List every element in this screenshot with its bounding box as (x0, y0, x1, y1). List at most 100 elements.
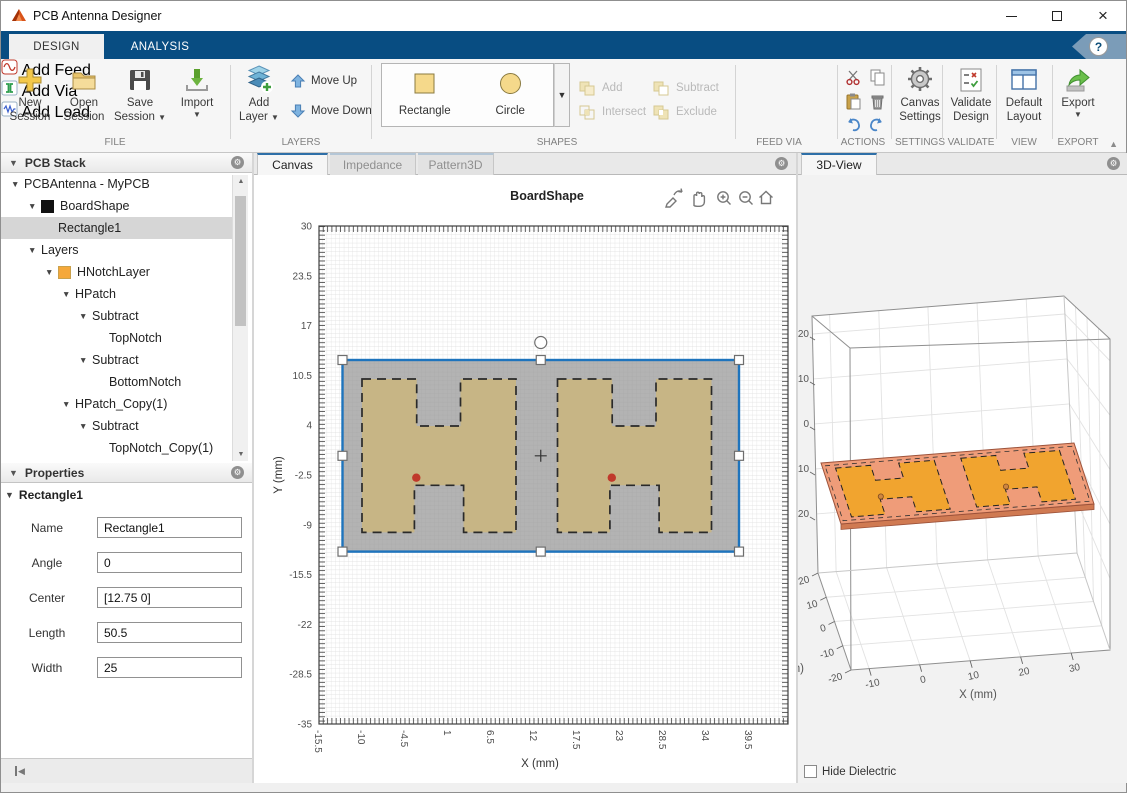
collapse-triangle-icon[interactable]: ▼ (5, 490, 14, 500)
save-session-button[interactable]: Save Session ▼ (112, 62, 168, 136)
scroll-down-icon[interactable]: ▼ (233, 448, 249, 461)
property-label: Length (17, 626, 77, 640)
tree-expand-caret-icon[interactable]: ▼ (62, 399, 75, 409)
export-button[interactable]: Export ▼ (1054, 62, 1102, 136)
tree-expand-caret-icon[interactable]: ▼ (79, 355, 92, 365)
boardshape-canvas[interactable]: BoardShape (254, 153, 796, 783)
panel-options-gear-icon[interactable]: ⚙ (231, 466, 244, 479)
shapes-gallery-dropdown[interactable]: ▼ (554, 63, 570, 127)
tree-item-label: HNotchLayer (77, 265, 150, 279)
tree-item-subtract[interactable]: ▼Subtract (1, 305, 232, 327)
panel-options-gear-icon[interactable]: ⚙ (775, 157, 788, 170)
x-tick-label: 0 (919, 674, 927, 686)
open-session-button[interactable]: Open Session (58, 62, 110, 136)
feed-via-section-label: FEED VIA (734, 137, 824, 150)
tree-item-subtract[interactable]: ▼Subtract (1, 349, 232, 371)
tree-expand-caret-icon[interactable]: ▼ (79, 311, 92, 321)
subtract-boolean-button[interactable]: Subtract (653, 81, 719, 96)
help-button[interactable]: ? (1089, 37, 1108, 56)
paste-button[interactable] (843, 91, 863, 111)
scissors-icon (845, 69, 862, 86)
scrollbar-thumb[interactable] (235, 196, 246, 326)
zoom-in-icon[interactable] (718, 192, 731, 205)
tree-item-topnotch-copy-1-[interactable]: TopNotch_Copy(1) (1, 437, 232, 459)
tree-expand-caret-icon[interactable]: ▼ (28, 201, 41, 211)
intersect-boolean-button[interactable]: Intersect (579, 105, 646, 120)
tab-design[interactable]: DESIGN (9, 34, 104, 59)
x-tick-label: 39.5 (742, 730, 753, 750)
feed-point-right[interactable] (608, 474, 616, 482)
undo-button[interactable] (843, 115, 863, 135)
tab-analysis[interactable]: ANALYSIS (104, 34, 216, 59)
zoom-out-icon[interactable] (740, 192, 753, 205)
tree-expand-caret-icon[interactable]: ▼ (62, 289, 75, 299)
tree-item-bottomnotch[interactable]: BottomNotch (1, 371, 232, 393)
add-boolean-button[interactable]: Add (579, 81, 622, 96)
exclude-boolean-button[interactable]: Exclude (653, 105, 717, 120)
tree-scrollbar[interactable]: ▲ ▼ (232, 175, 248, 461)
save-floppy-icon (112, 62, 168, 96)
tree-expand-caret-icon[interactable]: ▼ (79, 421, 92, 431)
tree-item-subtract[interactable]: ▼Subtract (1, 415, 232, 437)
copy-button[interactable] (867, 67, 887, 87)
redo-button[interactable] (867, 115, 887, 135)
close-button[interactable]: × (1080, 1, 1126, 31)
collapse-ribbon-button[interactable]: ▲ (1109, 139, 1118, 149)
import-button[interactable]: Import ▼ (171, 62, 223, 136)
circle-shape-button[interactable]: Circle (468, 64, 554, 126)
scroll-up-icon[interactable]: ▲ (233, 175, 249, 188)
hide-dielectric-checkbox[interactable] (804, 765, 817, 778)
collapse-triangle-icon[interactable]: ▼ (9, 158, 18, 168)
validate-design-button[interactable]: Validate Design (945, 62, 997, 136)
home-icon[interactable] (760, 192, 773, 204)
cut-button[interactable] (843, 67, 863, 87)
name-input[interactable] (97, 517, 242, 538)
undo-icon (844, 117, 862, 133)
x-tick-labels: -15.5-10-4.516.51217.52328.53439.5 (312, 730, 753, 753)
new-session-button[interactable]: New Session (5, 62, 55, 136)
pan-hand-icon[interactable] (694, 192, 704, 206)
x-tick-label: -4.5 (398, 730, 409, 748)
move-down-button[interactable]: Move Down (290, 103, 372, 119)
delete-button[interactable] (867, 91, 887, 111)
dropdown-caret-icon: ▼ (271, 113, 279, 122)
canvas-axes-toolbar[interactable] (666, 189, 773, 207)
length-input[interactable] (97, 622, 242, 643)
tree-expand-caret-icon[interactable]: ▼ (11, 179, 24, 189)
minimize-button[interactable] (988, 1, 1034, 31)
export-graphic-icon[interactable] (666, 189, 682, 207)
add-layer-button[interactable]: Add Layer ▼ (235, 62, 283, 136)
tab-3d-view[interactable]: 3D-View (801, 153, 877, 175)
tab-canvas[interactable]: Canvas (257, 153, 328, 175)
angle-input[interactable] (97, 552, 242, 573)
panel-options-gear-icon[interactable]: ⚙ (1107, 157, 1120, 170)
canvas-settings-button[interactable]: Canvas Settings (894, 62, 946, 136)
feed-point-left[interactable] (412, 474, 420, 482)
tree-item-pcbantenna-mypcb[interactable]: ▼PCBAntenna - MyPCB (1, 173, 232, 195)
tree-expand-caret-icon[interactable]: ▼ (28, 245, 41, 255)
panel-collapse-bar[interactable]: ◀ (1, 758, 252, 783)
tab-impedance[interactable]: Impedance (330, 153, 416, 175)
center-input[interactable] (97, 587, 242, 608)
rectangle-shape-button[interactable]: Rectangle (382, 64, 468, 126)
tree-item-boardshape[interactable]: ▼BoardShape (1, 195, 232, 217)
tree-item-hnotchlayer[interactable]: ▼ HNotchLayer (1, 261, 232, 283)
tree-item-topnotch[interactable]: TopNotch (1, 327, 232, 349)
left-panel: ▼ PCB Stack ⚙ ▼PCBAntenna - MyPCB▼BoardS… (1, 153, 252, 783)
width-input[interactable] (97, 657, 242, 678)
tab-pattern3d[interactable]: Pattern3D (418, 153, 494, 175)
rotation-handle[interactable] (535, 337, 547, 349)
maximize-button[interactable] (1034, 1, 1080, 31)
x-tick-label: 10 (967, 670, 981, 683)
tree-expand-caret-icon[interactable]: ▼ (45, 267, 58, 277)
tree-item-rectangle1[interactable]: Rectangle1 (1, 217, 232, 239)
property-label: Angle (17, 556, 77, 570)
default-layout-button[interactable]: Default Layout (998, 62, 1050, 136)
tree-item-layers[interactable]: ▼Layers (1, 239, 232, 261)
move-up-button[interactable]: Move Up (290, 73, 357, 89)
panel-options-gear-icon[interactable]: ⚙ (231, 156, 244, 169)
tree-item-hpatch[interactable]: ▼HPatch (1, 283, 232, 305)
view3d-plot[interactable]: 20100-10-2020100-10-20-100102030X (mm)Y … (798, 153, 1127, 783)
tree-item-hpatch-copy-1-[interactable]: ▼HPatch_Copy(1) (1, 393, 232, 415)
collapse-triangle-icon[interactable]: ▼ (9, 468, 18, 478)
